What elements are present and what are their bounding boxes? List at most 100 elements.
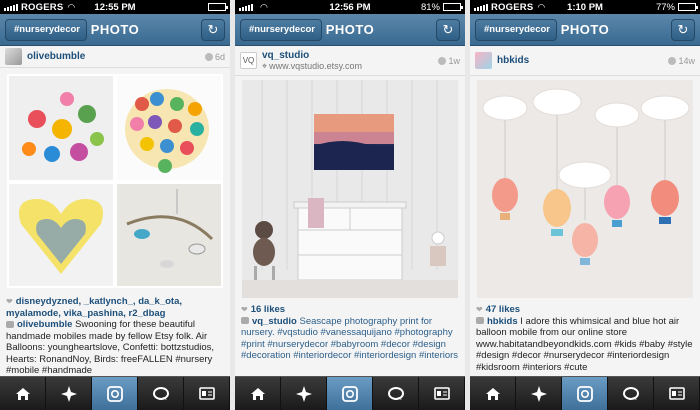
post-header[interactable]: olivebumble 6d <box>0 46 230 68</box>
explore-star-icon <box>60 385 77 402</box>
post-photo[interactable] <box>477 80 693 298</box>
likes-row[interactable]: ❤ 16 likes <box>241 304 459 316</box>
caption-row: vq_studio Seascape photography print for… <box>241 316 459 362</box>
tab-camera[interactable] <box>327 377 373 410</box>
post-photo[interactable] <box>7 74 223 288</box>
tab-camera[interactable] <box>562 377 608 410</box>
caption-username[interactable]: vq_studio <box>252 316 297 327</box>
phone-screen-3: ROGERS ◠ 1:10 PM 77% #nurserydecor PHOTO… <box>470 0 700 410</box>
status-bar: ◠ 12:56 PM 81% <box>235 0 465 14</box>
heart-icon: ❤ <box>241 305 248 314</box>
status-time: 12:56 PM <box>329 1 371 13</box>
post-caption: ❤ 16 likes vq_studio Seascape photography… <box>241 304 459 362</box>
tab-profile[interactable] <box>184 377 230 410</box>
status-time: 12:55 PM <box>94 1 136 13</box>
battery-indicator <box>205 3 228 11</box>
post-caption: ❤ 47 likes hbkids I adore this whimsical … <box>476 304 694 373</box>
home-icon <box>15 387 30 400</box>
battery-icon <box>208 3 228 11</box>
avatar[interactable]: VQ <box>240 52 257 69</box>
tab-home[interactable] <box>470 377 516 410</box>
comment-icon <box>476 317 484 325</box>
tab-news[interactable] <box>608 377 654 410</box>
nursery-room-image <box>242 80 458 298</box>
nav-bar: #nurserydecor PHOTO ↻ <box>470 14 700 46</box>
refresh-button[interactable]: ↻ <box>436 18 460 41</box>
tab-explore[interactable] <box>281 377 327 410</box>
profile-card-icon <box>433 387 450 400</box>
post-age: 1w <box>438 56 460 66</box>
tab-news[interactable] <box>373 377 419 410</box>
news-bubble-icon <box>387 386 404 400</box>
refresh-button[interactable]: ↻ <box>201 18 225 41</box>
post-photo[interactable] <box>242 80 458 298</box>
status-time: 1:10 PM <box>567 1 603 13</box>
tab-explore[interactable] <box>46 377 92 410</box>
refresh-icon: ↻ <box>207 21 219 37</box>
news-bubble-icon <box>622 386 639 400</box>
tab-home[interactable] <box>235 377 281 410</box>
refresh-icon: ↻ <box>442 21 454 37</box>
post-header[interactable]: hbkids 14w <box>470 46 700 76</box>
mobiles-collage-image <box>7 74 223 288</box>
explore-star-icon <box>295 385 312 402</box>
tab-home[interactable] <box>0 377 46 410</box>
status-bar: ROGERS ◠ 1:10 PM 77% <box>470 0 700 14</box>
location-pin-icon: ⌖ <box>262 60 268 71</box>
avatar[interactable] <box>5 48 22 65</box>
profile-card-icon <box>198 387 215 400</box>
tab-profile[interactable] <box>419 377 465 410</box>
likes-row[interactable]: ❤ 47 likes <box>476 304 694 316</box>
caption-username[interactable]: hbkids <box>487 316 518 327</box>
phone-screen-1: ROGERS ◠ 12:55 PM #nurserydecor PHOTO ↻ … <box>0 0 230 410</box>
news-bubble-icon <box>152 386 169 400</box>
heart-icon: ❤ <box>476 305 483 314</box>
comment-icon <box>241 317 249 325</box>
phone-screen-2: ◠ 12:56 PM 81% #nurserydecor PHOTO ↻ VQ … <box>235 0 465 410</box>
likes-users[interactable]: disneydyzned, _katlynch_, da_k_ota, myal… <box>6 296 182 319</box>
status-bar: ROGERS ◠ 12:55 PM <box>0 0 230 14</box>
refresh-button[interactable]: ↻ <box>671 18 695 41</box>
post-username[interactable]: vq_studio <box>262 50 362 61</box>
post-location[interactable]: ⌖ www.vqstudio.etsy.com <box>262 61 362 72</box>
caption-username[interactable]: olivebumble <box>17 319 72 330</box>
clock-icon <box>204 52 213 61</box>
likes-count[interactable]: 47 likes <box>486 304 520 315</box>
back-button[interactable]: #nurserydecor <box>5 18 88 41</box>
camera-icon <box>576 385 593 402</box>
battery-icon <box>678 3 698 11</box>
tab-news[interactable] <box>138 377 184 410</box>
post-age: 14w <box>668 56 695 66</box>
tab-bar <box>0 376 230 410</box>
caption-row: olivebumble Swooning for these beautiful… <box>6 319 224 377</box>
balloon-mobile-image <box>477 80 693 298</box>
likes-count[interactable]: 16 likes <box>251 304 285 315</box>
caption-row: hbkids I adore this whimsical and blue h… <box>476 316 694 374</box>
profile-card-icon <box>668 387 685 400</box>
post-age: 6d <box>204 52 225 62</box>
back-button[interactable]: #nurserydecor <box>475 18 558 41</box>
post-username[interactable]: olivebumble <box>27 51 85 62</box>
post-username[interactable]: hbkids <box>497 55 529 66</box>
refresh-icon: ↻ <box>677 21 689 37</box>
tab-explore[interactable] <box>516 377 562 410</box>
nav-bar: #nurserydecor PHOTO ↻ <box>0 14 230 46</box>
tab-bar <box>235 376 465 410</box>
clock-icon <box>668 56 677 65</box>
camera-icon <box>341 385 358 402</box>
clock-icon <box>438 56 447 65</box>
tab-bar <box>470 376 700 410</box>
home-icon <box>485 387 500 400</box>
back-button[interactable]: #nurserydecor <box>240 18 323 41</box>
tab-camera[interactable] <box>92 377 138 410</box>
tab-profile[interactable] <box>654 377 700 410</box>
post-header[interactable]: VQ vq_studio ⌖ www.vqstudio.etsy.com 1w <box>235 46 465 76</box>
likes-row[interactable]: ❤ disneydyzned, _katlynch_, da_k_ota, mya… <box>6 296 224 319</box>
battery-icon <box>443 3 463 11</box>
camera-icon <box>106 385 123 402</box>
avatar[interactable] <box>475 52 492 69</box>
explore-star-icon <box>530 385 547 402</box>
comment-icon <box>6 320 14 328</box>
post-caption: ❤ disneydyzned, _katlynch_, da_k_ota, mya… <box>6 296 224 377</box>
heart-icon: ❤ <box>6 297 13 306</box>
